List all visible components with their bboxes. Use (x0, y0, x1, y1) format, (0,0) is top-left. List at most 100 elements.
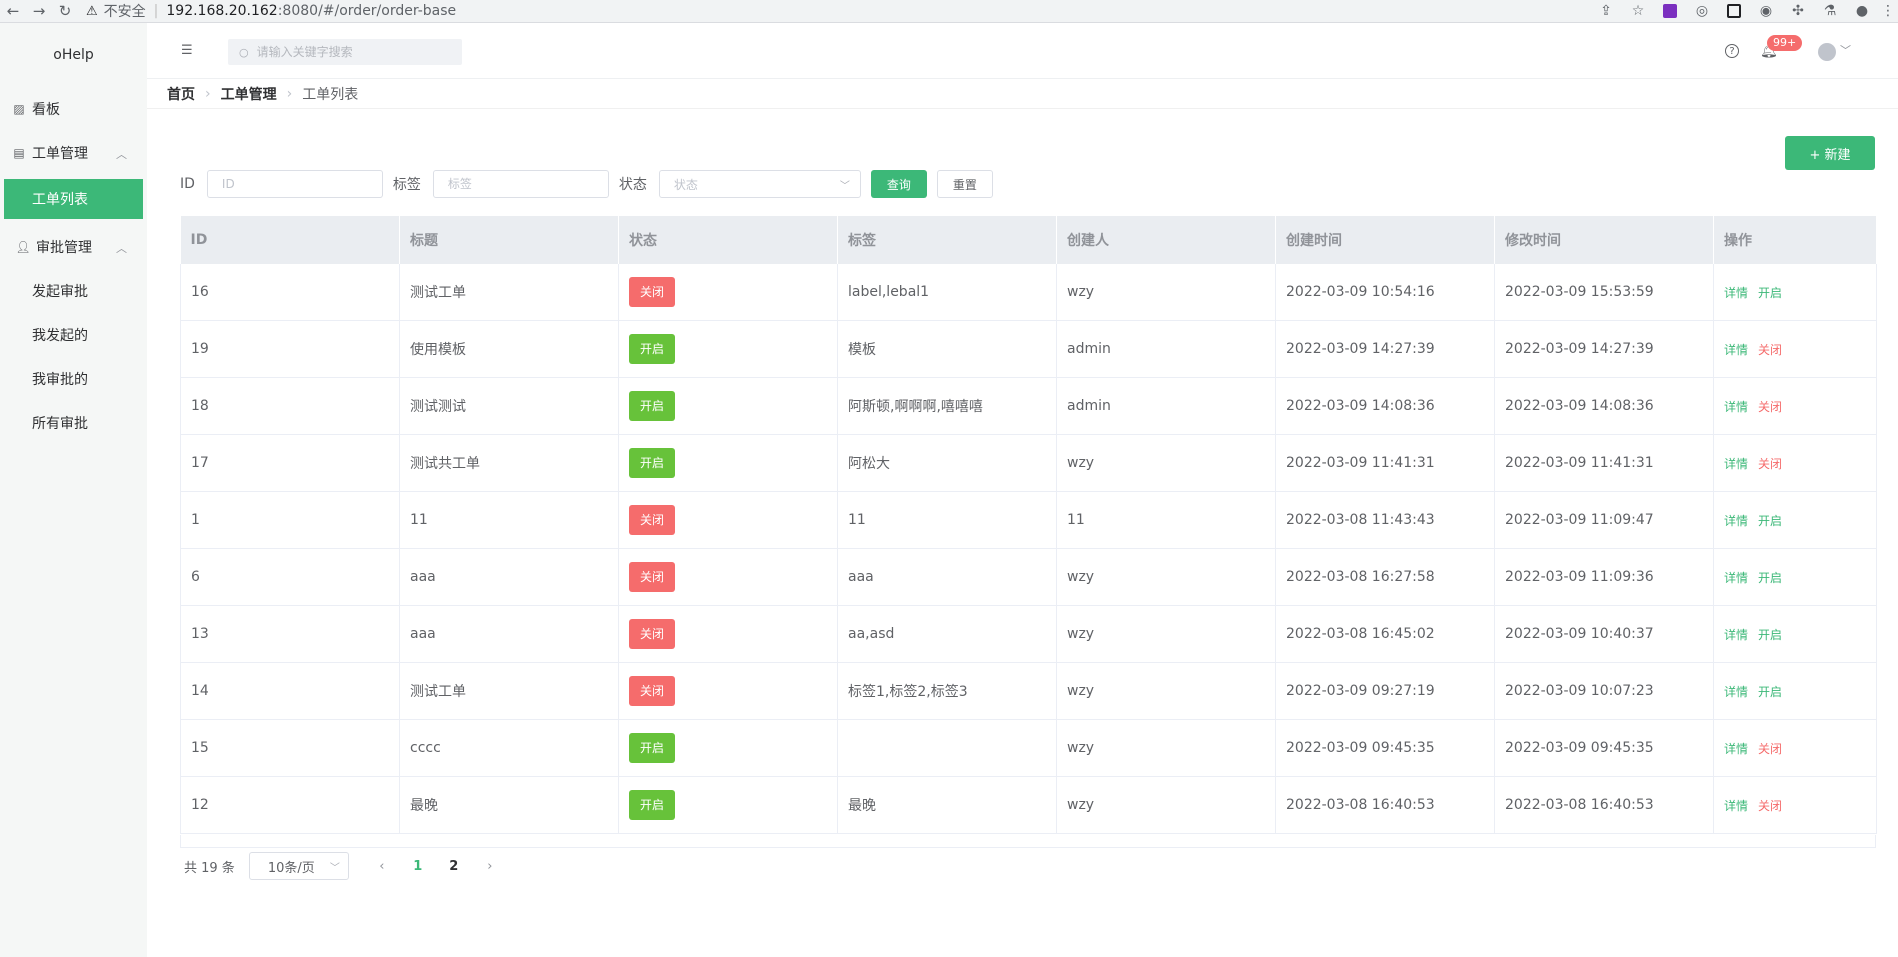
extension-2-icon[interactable]: ◎ (1686, 3, 1718, 19)
help-icon[interactable]: ? (1725, 44, 1739, 58)
column-header-status[interactable]: 状态 (618, 216, 838, 264)
cell-creator: wzy (1056, 264, 1276, 321)
cell-creator: wzy (1056, 605, 1276, 663)
cell-title: 测试工单 (399, 264, 619, 321)
cell-tags: 模板 (837, 320, 1057, 378)
status-badge: 关闭 (629, 619, 675, 649)
detail-link[interactable]: 详情 (1724, 286, 1748, 300)
sidebar-item-label: 审批管理 (36, 240, 92, 256)
detail-link[interactable]: 详情 (1724, 685, 1748, 699)
tag-input[interactable] (432, 170, 609, 198)
cell-creator: wzy (1056, 662, 1276, 720)
new-order-button[interactable]: + 新建 (1785, 136, 1875, 170)
cell-id: 14 (180, 662, 400, 720)
detail-link[interactable]: 详情 (1724, 457, 1748, 471)
toggle-status-link[interactable]: 关闭 (1758, 343, 1782, 357)
extension-3-icon[interactable] (1718, 3, 1750, 19)
cell-creator: wzy (1056, 719, 1276, 777)
detail-link[interactable]: 详情 (1724, 343, 1748, 357)
status-badge: 关闭 (629, 676, 675, 706)
notification-badge: 99+ (1767, 35, 1803, 51)
column-header-created[interactable]: 创建时间 (1275, 216, 1495, 264)
menu-dots-icon[interactable]: ⋮ (1878, 3, 1898, 19)
search-input[interactable] (254, 44, 449, 60)
status-badge: 关闭 (629, 277, 675, 307)
reload-icon[interactable]: ↻ (52, 2, 78, 20)
sidebar-item-my-initiated[interactable]: 我发起的 (0, 313, 147, 357)
column-header-tags[interactable]: 标签 (837, 216, 1057, 264)
toggle-status-link[interactable]: 开启 (1758, 685, 1782, 699)
toggle-status-link[interactable]: 关闭 (1758, 457, 1782, 471)
toggle-status-link[interactable]: 关闭 (1758, 742, 1782, 756)
forward-icon[interactable]: → (26, 2, 52, 20)
status-select[interactable]: 状态 ﹀ (658, 170, 861, 198)
avatar[interactable] (1818, 43, 1836, 61)
flask-icon[interactable]: ⚗ (1814, 3, 1846, 19)
cell-created: 2022-03-08 16:27:58 (1275, 548, 1495, 606)
cell-modified: 2022-03-09 10:40:37 (1494, 605, 1714, 663)
cell-id: 12 (180, 776, 400, 834)
back-icon[interactable]: ← (0, 2, 26, 20)
column-header-modified[interactable]: 修改时间 (1494, 216, 1714, 264)
cell-status: 开启 (618, 434, 838, 492)
cell-created: 2022-03-08 16:40:53 (1275, 776, 1495, 834)
bookmark-star-icon[interactable]: ☆ (1622, 3, 1654, 19)
puzzle-icon[interactable]: ✣ (1782, 3, 1814, 19)
cell-modified: 2022-03-09 10:07:23 (1494, 662, 1714, 720)
sidebar-item-order-management[interactable]: ▤ 工单管理 ︿ (0, 133, 147, 173)
cell-created: 2022-03-09 14:08:36 (1275, 377, 1495, 435)
detail-link[interactable]: 详情 (1724, 628, 1748, 642)
page-size-select[interactable]: 10条/页 ﹀ (248, 852, 349, 880)
toggle-status-link[interactable]: 开启 (1758, 514, 1782, 528)
share-icon[interactable]: ⇪ (1590, 3, 1622, 19)
cell-actions: 详情 关闭 (1713, 719, 1877, 777)
sidebar-item-start-approval[interactable]: 发起审批 (0, 269, 147, 313)
detail-link[interactable]: 详情 (1724, 799, 1748, 813)
sidebar-item-label: 看板 (32, 102, 60, 118)
extension-4-icon[interactable]: ◉ (1750, 3, 1782, 19)
chevron-down-icon[interactable]: ﹀ (1840, 42, 1851, 58)
column-header-title[interactable]: 标题 (399, 216, 619, 264)
breadcrumb-order-management[interactable]: 工单管理 (221, 84, 277, 104)
collapse-menu-icon[interactable]: ☰ (181, 43, 193, 58)
sidebar-item-dashboard[interactable]: ▨ 看板 (0, 89, 147, 129)
cell-actions: 详情 开启 (1713, 662, 1877, 720)
page-number[interactable]: 2 (439, 859, 469, 874)
cell-tags: label,lebal1 (837, 264, 1057, 321)
id-input[interactable] (206, 170, 383, 198)
detail-link[interactable]: 详情 (1724, 742, 1748, 756)
sidebar-item-approval-management[interactable]: 👤︎ 审批管理 ︿ (0, 227, 147, 267)
column-header-id[interactable]: ID (180, 216, 400, 264)
toggle-status-link[interactable]: 关闭 (1758, 799, 1782, 813)
cell-status: 开启 (618, 776, 838, 834)
reset-button[interactable]: 重置 (936, 170, 993, 198)
global-search[interactable]: ○ (228, 39, 462, 65)
cell-title: 测试工单 (399, 662, 619, 720)
cell-modified: 2022-03-09 11:41:31 (1494, 434, 1714, 492)
detail-link[interactable]: 详情 (1724, 571, 1748, 585)
next-page-icon[interactable]: › (475, 859, 505, 874)
toggle-status-link[interactable]: 关闭 (1758, 400, 1782, 414)
chevron-up-icon: ︿ (116, 242, 127, 255)
chevron-up-icon: ︿ (116, 148, 127, 161)
detail-link[interactable]: 详情 (1724, 514, 1748, 528)
detail-link[interactable]: 详情 (1724, 400, 1748, 414)
prev-page-icon[interactable]: ‹ (367, 859, 397, 874)
sidebar-item-all-approvals[interactable]: 所有审批 (0, 401, 147, 445)
cell-status: 关闭 (618, 605, 838, 663)
toggle-status-link[interactable]: 开启 (1758, 286, 1782, 300)
page-number[interactable]: 1 (403, 859, 433, 874)
toggle-status-link[interactable]: 开启 (1758, 571, 1782, 585)
column-header-creator[interactable]: 创建人 (1056, 216, 1276, 264)
cell-created: 2022-03-09 09:27:19 (1275, 662, 1495, 720)
cell-actions: 详情 开启 (1713, 264, 1877, 321)
profile-icon[interactable]: ● (1846, 3, 1878, 19)
status-badge: 开启 (629, 790, 675, 820)
toggle-status-link[interactable]: 开启 (1758, 628, 1782, 642)
sidebar-item-order-list[interactable]: 工单列表 (4, 179, 143, 219)
address-bar[interactable]: ⚠ 不安全 | 192.168.20.162:8080/#/order/orde… (86, 0, 456, 22)
sidebar-item-my-approved[interactable]: 我审批的 (0, 357, 147, 401)
breadcrumb-home[interactable]: 首页 (167, 84, 195, 104)
extension-1-icon[interactable] (1654, 3, 1686, 19)
query-button[interactable]: 查询 (870, 170, 927, 198)
